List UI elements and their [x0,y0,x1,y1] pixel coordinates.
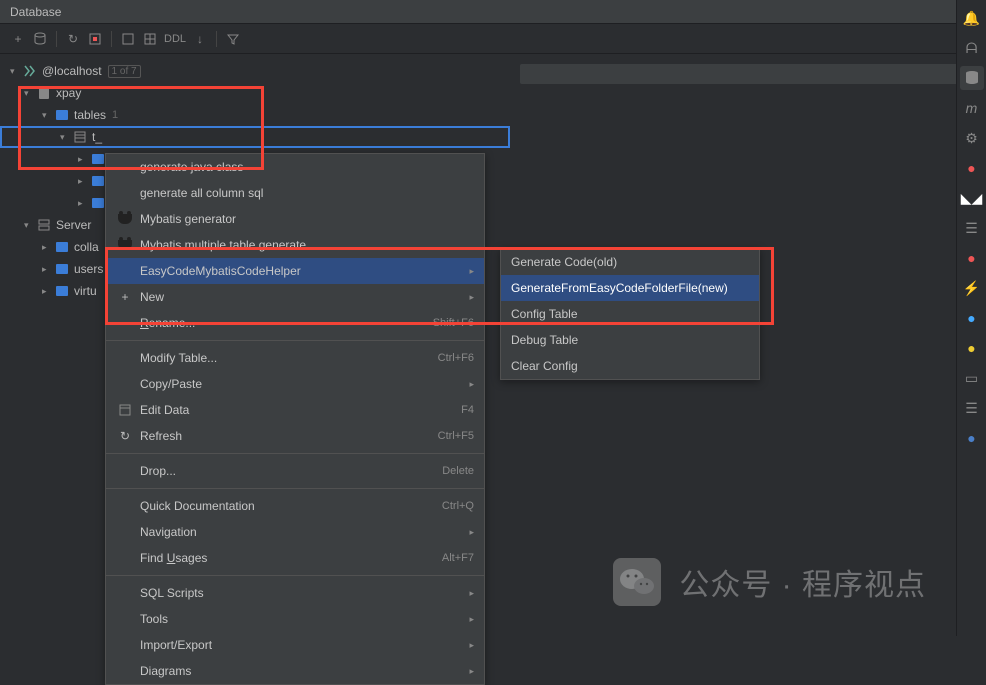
tool-icon-7[interactable]: ● [960,336,984,360]
menu-generate-sql[interactable]: generate all column sql [106,180,484,206]
ddl-button[interactable]: DDL [164,33,186,45]
mybatis-icon [116,240,134,250]
context-menu: generate java class generate all column … [105,153,485,685]
menu-quick-doc[interactable]: Quick DocumentationCtrl+Q [106,493,484,519]
chevron-right-icon: ▸ [469,666,474,677]
tool-icon-4[interactable]: ● [960,246,984,270]
menu-mybatis-multi[interactable]: Mybatis multiple table generate [106,232,484,258]
easycode-submenu: Generate Code(old) GenerateFromEasyCodeF… [500,248,760,380]
panel-title: Database [10,5,61,19]
server-label: Server [56,218,91,232]
right-tool-sidebar: 🔔 ᗩ m ⚙ ● ◣◢ ☰ ● ⚡ ● ● ▭ ☰ ● [956,0,986,636]
menu-navigation[interactable]: Navigation▸ [106,519,484,545]
watermark-text: 公众号 · 程序视点 [679,560,926,604]
datasource-icon[interactable] [32,31,48,47]
menu-copy-paste[interactable]: Copy/Paste▸ [106,371,484,397]
folder-icon [90,173,106,189]
chevron-right-icon: ▸ [469,379,474,390]
chevron-right-icon: ▸ [469,614,474,625]
chevron-right-icon: ▸ [469,588,474,599]
menu-diagrams[interactable]: Diagrams▸ [106,658,484,684]
stop-icon[interactable] [87,31,103,47]
datasource-badge: 1 of 7 [108,65,141,78]
collapse-icon[interactable]: ↓ [192,31,208,47]
users-label: users [74,262,103,276]
tool-icon-3[interactable]: ☰ [960,216,984,240]
folder-icon [54,239,70,255]
plus-icon: + [116,290,134,304]
grid-icon[interactable] [142,31,158,47]
table-icon [72,129,88,145]
tool-icon-2[interactable]: ◣◢ [960,186,984,210]
menu-edit-data[interactable]: Edit DataF4 [106,397,484,423]
menu-rename[interactable]: Rename...Shift+F6 [106,310,484,336]
menu-sql-scripts[interactable]: SQL Scripts▸ [106,580,484,606]
tables-folder[interactable]: tables 1 [0,104,510,126]
submenu-debug-table[interactable]: Debug Table [501,327,759,353]
menu-modify-table[interactable]: Modify Table...Ctrl+F6 [106,345,484,371]
filter-icon[interactable] [225,31,241,47]
server-icon [36,217,52,233]
folder-icon [54,261,70,277]
menu-generate-java[interactable]: generate java class [106,154,484,180]
database-tool-icon[interactable] [960,66,984,90]
menu-new[interactable]: +New▸ [106,284,484,310]
table-label: t_ [92,130,102,144]
menu-drop[interactable]: Drop...Delete [106,458,484,484]
submenu-clear-config[interactable]: Clear Config [501,353,759,379]
table-icon [116,404,134,416]
wechat-icon [613,558,661,606]
submenu-generate-old[interactable]: Generate Code(old) [501,249,759,275]
table-node-selected[interactable]: t_ [0,126,510,148]
mybatis-icon [116,214,134,224]
chevron-right-icon: ▸ [469,640,474,651]
tables-count: 1 [112,109,118,121]
colla-label: colla [74,240,99,254]
menu-find-usages[interactable]: Find UsagesAlt+F7 [106,545,484,571]
datasource-label: @localhost [42,64,102,78]
chevron-right-icon: ▸ [469,266,474,277]
notifications-icon[interactable]: 🔔 [960,6,984,30]
watermark: 公众号 · 程序视点 [613,558,926,606]
tool-icon-9[interactable]: ☰ [960,396,984,420]
bean-icon[interactable]: ⚙ [960,126,984,150]
tool-icon-5[interactable]: ⚡ [960,276,984,300]
menu-refresh[interactable]: ↻RefreshCtrl+F5 [106,423,484,449]
virtu-label: virtu [74,284,97,298]
submenu-generate-new[interactable]: GenerateFromEasyCodeFolderFile(new) [501,275,759,301]
tool-icon-8[interactable]: ▭ [960,366,984,390]
folder-icon [90,151,106,167]
chevron-right-icon: ▸ [469,527,474,538]
menu-easycode[interactable]: EasyCodeMybatisCodeHelper▸ [106,258,484,284]
tables-label: tables [74,108,106,122]
maven-tool-icon[interactable]: m [960,96,984,120]
jump-icon[interactable] [120,31,136,47]
chevron-right-icon: ▸ [469,292,474,303]
schema-node[interactable]: xpay [0,82,510,104]
schema-icon [36,85,52,101]
toolbar: + ↻ DDL ↓ [0,24,986,54]
detail-placeholder [520,64,976,84]
add-icon[interactable]: + [10,31,26,47]
folder-icon [54,107,70,123]
tool-icon-10[interactable]: ● [960,426,984,450]
schema-label: xpay [56,86,81,100]
refresh-icon: ↻ [116,429,134,443]
tool-icon-1[interactable]: ● [960,156,984,180]
ai-icon[interactable]: ᗩ [960,36,984,60]
refresh-toolbar-icon[interactable]: ↻ [65,31,81,47]
submenu-config-table[interactable]: Config Table [501,301,759,327]
menu-mybatis-generator[interactable]: Mybatis generator [106,206,484,232]
menu-tools[interactable]: Tools▸ [106,606,484,632]
datasource-node[interactable]: @localhost 1 of 7 [0,60,510,82]
folder-icon [90,195,106,211]
tool-icon-6[interactable]: ● [960,306,984,330]
folder-icon [54,283,70,299]
